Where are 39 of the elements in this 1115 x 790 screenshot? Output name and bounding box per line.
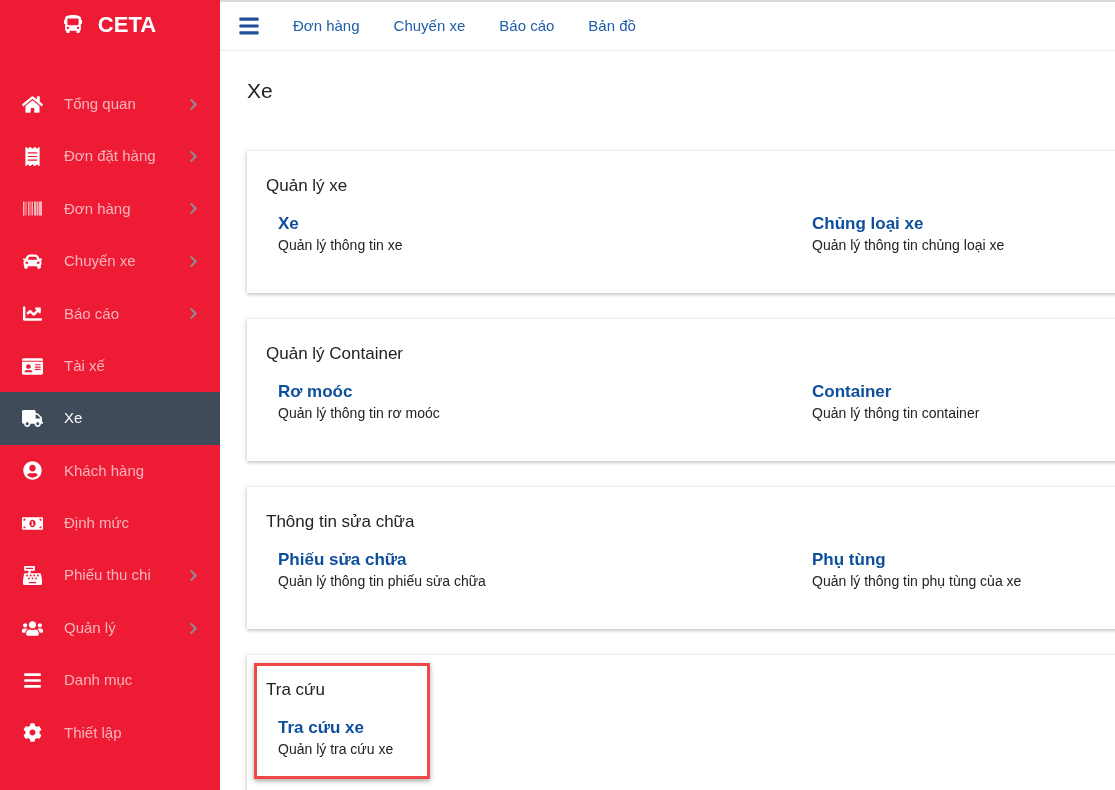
- page-title: Xe: [247, 78, 273, 104]
- bus-logo-icon: [63, 15, 82, 33]
- item-link[interactable]: Container: [812, 381, 892, 403]
- item-link[interactable]: Xe: [278, 213, 299, 235]
- item-description: Quản lý thông tin chủng loại xe: [812, 236, 1005, 255]
- list-icon: [22, 671, 43, 690]
- user-icon: [22, 461, 43, 481]
- item-description: Quản lý thông tin rơ moóc: [278, 404, 440, 423]
- item-link[interactable]: Tra cứu xe: [278, 717, 365, 739]
- app-logo: CETA: [97, 10, 157, 39]
- item-link[interactable]: Chủng loại xe: [812, 213, 924, 235]
- item-description: Quản lý tra cứu xe: [278, 740, 394, 759]
- section-title: Quản lý xe: [266, 174, 348, 197]
- item-description: Quản lý thông tin phiếu sửa chữa: [278, 572, 486, 591]
- item-description: Quản lý thông tin xe: [278, 236, 403, 255]
- truck-icon: [22, 409, 43, 429]
- barcode-icon: [22, 199, 43, 219]
- item-link[interactable]: Phụ tùng: [812, 549, 886, 571]
- home-icon: [22, 94, 43, 114]
- nav-link[interactable]: Bản đồ: [588, 14, 636, 38]
- id-card-icon: [22, 356, 43, 376]
- sidebar-item[interactable]: Xe: [0, 392, 220, 445]
- receipt-icon: [22, 147, 43, 167]
- section-title: Quản lý Container: [266, 342, 404, 365]
- settings-icon: [22, 723, 43, 743]
- car-icon: [22, 251, 43, 271]
- cash-register-icon: [22, 566, 43, 586]
- nav-link[interactable]: Báo cáo: [499, 14, 555, 38]
- line-chart-icon: [22, 304, 43, 324]
- nav-link[interactable]: Chuyến xe: [393, 14, 466, 38]
- item-link[interactable]: Phiếu sửa chữa: [278, 549, 407, 571]
- users-icon: [22, 618, 43, 638]
- section-title: Tra cứu: [266, 678, 325, 701]
- item-description: Quản lý thông tin phụ tùng của xe: [812, 572, 1022, 591]
- item-description: Quản lý thông tin container: [812, 404, 980, 423]
- section-title: Thông tin sửa chữa: [266, 510, 415, 533]
- menu-icon[interactable]: [238, 15, 260, 37]
- item-link[interactable]: Rơ moóc: [278, 381, 353, 403]
- nav-link[interactable]: Đơn hàng: [293, 14, 360, 38]
